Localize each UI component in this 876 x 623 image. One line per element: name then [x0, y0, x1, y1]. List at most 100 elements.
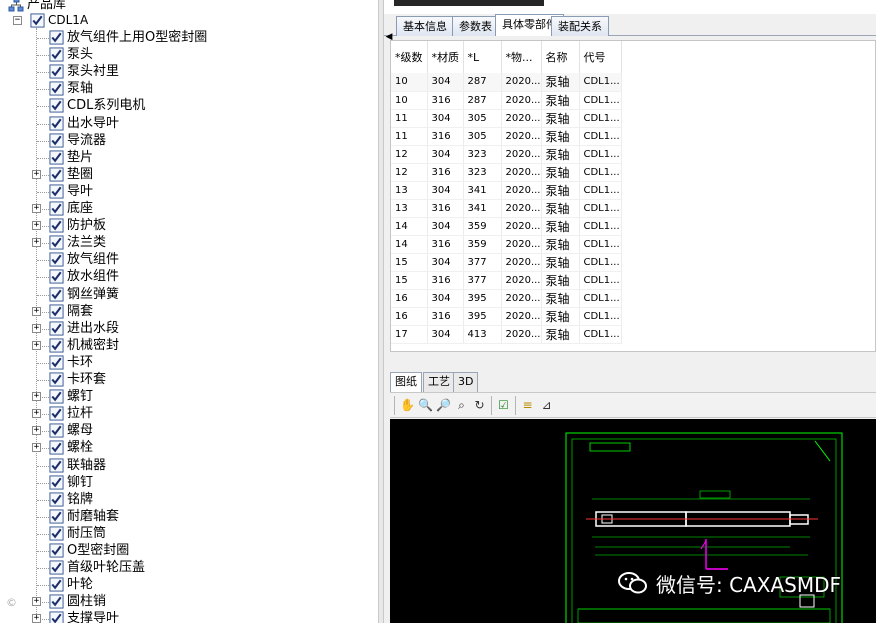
checked-box-icon[interactable] — [49, 304, 64, 319]
tree-item[interactable]: 导叶 — [49, 183, 93, 200]
tree-item[interactable]: 进出水段 — [49, 320, 119, 337]
table-row[interactable]: 10 304 287 2020... 泵轴 CDL1... — [391, 73, 622, 92]
tree-item[interactable]: 防护板 — [49, 217, 106, 234]
checked-box-icon[interactable] — [49, 321, 64, 336]
tree-expand-toggle[interactable]: + — [32, 597, 41, 606]
table-row[interactable]: 13 304 341 2020... 泵轴 CDL1... — [391, 181, 622, 200]
checked-box-icon[interactable] — [49, 201, 64, 216]
refresh-icon[interactable]: ↻ — [471, 397, 488, 414]
tree-expand-toggle[interactable]: + — [32, 341, 41, 350]
tree-item[interactable]: 铆钉 — [49, 474, 93, 491]
checked-box-icon[interactable] — [49, 133, 64, 148]
column-header[interactable]: 名称 — [541, 41, 580, 73]
tree-item[interactable]: 法兰类 — [49, 234, 106, 251]
checked-box-icon[interactable] — [49, 475, 64, 490]
table-row[interactable]: 15 316 377 2020... 泵轴 CDL1... — [391, 271, 622, 290]
checked-box-icon[interactable] — [49, 184, 64, 199]
checked-box-icon[interactable] — [49, 287, 64, 302]
tree-expand-toggle[interactable]: + — [32, 426, 41, 435]
tree-expand-toggle[interactable]: + — [32, 392, 41, 401]
tab-parameters[interactable]: 参数表 — [452, 16, 499, 36]
table-row[interactable]: 12 316 323 2020... 泵轴 CDL1... — [391, 163, 622, 182]
checked-box-icon[interactable] — [49, 218, 64, 233]
checked-box-icon[interactable] — [49, 30, 64, 45]
tree-collapse-toggle[interactable]: − — [13, 16, 22, 25]
tree-item[interactable]: 隔套 — [49, 303, 93, 320]
checked-box-icon[interactable] — [49, 98, 64, 113]
column-header[interactable]: *L — [463, 41, 502, 73]
tree-item[interactable]: 耐压筒 — [49, 525, 106, 542]
tree-item[interactable]: 垫片 — [49, 149, 93, 166]
tree-item[interactable]: O型密封圈 — [49, 542, 129, 559]
tree-item[interactable]: 拉杆 — [49, 405, 93, 422]
checked-box-icon[interactable] — [49, 492, 64, 507]
tab-assembly[interactable]: 装配关系 — [551, 16, 609, 36]
checked-box-icon[interactable] — [49, 611, 64, 623]
pan-icon[interactable]: ✋ — [399, 397, 416, 414]
zoom-out-icon[interactable]: 🔎 — [435, 397, 452, 414]
tree-expand-toggle[interactable]: + — [32, 204, 41, 213]
tree-item[interactable]: 铭牌 — [49, 491, 93, 508]
table-row[interactable]: 14 316 359 2020... 泵轴 CDL1... — [391, 235, 622, 254]
checked-box-icon[interactable] — [49, 526, 64, 541]
tree-item[interactable]: 泵轴 — [49, 80, 93, 97]
table-row[interactable]: 11 304 305 2020... 泵轴 CDL1... — [391, 109, 622, 128]
tree-expand-toggle[interactable]: + — [32, 409, 41, 418]
tree-item[interactable]: 螺母 — [49, 422, 93, 439]
checked-box-icon[interactable] — [49, 64, 64, 79]
checked-box-icon[interactable] — [49, 252, 64, 267]
zoom-window-icon[interactable]: ⌕ — [453, 397, 470, 414]
table-row[interactable]: 15 304 377 2020... 泵轴 CDL1... — [391, 253, 622, 272]
zoom-in-icon[interactable]: 🔍 — [417, 397, 434, 414]
table-row[interactable]: 12 304 323 2020... 泵轴 CDL1... — [391, 145, 622, 164]
checked-box-icon[interactable] — [49, 167, 64, 182]
tree-item[interactable]: CDL系列电机 — [49, 97, 145, 114]
tree-item[interactable]: 垫圈 — [49, 166, 93, 183]
tree-item[interactable]: 导流器 — [49, 132, 106, 149]
checked-box-icon[interactable] — [49, 406, 64, 421]
table-row[interactable]: 17 304 413 2020... 泵轴 CDL1... — [391, 325, 622, 344]
measure-icon[interactable]: ≡ — [519, 397, 536, 414]
tree-item[interactable]: 底座 — [49, 200, 93, 217]
tree-item[interactable]: 机械密封 — [49, 337, 119, 354]
table-row[interactable]: 16 316 395 2020... 泵轴 CDL1... — [391, 307, 622, 326]
tree-item[interactable]: 放水组件 — [49, 268, 119, 285]
column-header[interactable]: *物... — [501, 41, 542, 73]
tree-item[interactable]: 钢丝弹簧 — [49, 286, 119, 303]
checked-box-icon[interactable] — [49, 458, 64, 473]
tree-expand-toggle[interactable]: + — [32, 170, 41, 179]
tab-drawing[interactable]: 图纸 — [390, 372, 422, 392]
tree-expand-toggle[interactable]: + — [32, 221, 41, 230]
column-header[interactable]: 代号 — [579, 41, 622, 73]
annotate-icon[interactable]: ⊿ — [538, 397, 555, 414]
tree-item[interactable]: 联轴器 — [49, 457, 106, 474]
table-row[interactable]: 10 316 287 2020... 泵轴 CDL1... — [391, 91, 622, 110]
tree-item[interactable]: 叶轮 — [49, 576, 93, 593]
checked-box-icon[interactable] — [49, 116, 64, 131]
tree-item[interactable]: 螺栓 — [49, 439, 93, 456]
tree-expand-toggle[interactable]: + — [32, 614, 41, 623]
tab-process[interactable]: 工艺 — [423, 372, 455, 392]
tree-expand-toggle[interactable]: + — [32, 307, 41, 316]
tree-node-cdl1a[interactable]: CDL1A — [30, 12, 88, 29]
checked-box-icon[interactable] — [49, 389, 64, 404]
column-header[interactable]: *级数 — [391, 41, 428, 73]
tab-3d[interactable]: 3D — [453, 372, 479, 392]
table-row[interactable]: 14 304 359 2020... 泵轴 CDL1... — [391, 217, 622, 236]
checked-box-icon[interactable] — [49, 560, 64, 575]
tree-item[interactable]: 泵头 — [49, 46, 93, 63]
checked-box-icon[interactable] — [49, 81, 64, 96]
tree-item[interactable]: 卡环 — [49, 354, 93, 371]
checked-box-icon[interactable] — [49, 577, 64, 592]
checked-box-icon[interactable] — [49, 235, 64, 250]
checked-box-icon[interactable] — [49, 372, 64, 387]
checked-box-icon[interactable] — [49, 509, 64, 524]
tree-expand-toggle[interactable]: + — [32, 443, 41, 452]
checked-box-icon[interactable] — [49, 355, 64, 370]
tree-item[interactable]: 支撑导叶 — [49, 610, 119, 623]
tree-item[interactable]: 卡环套 — [49, 371, 106, 388]
tree-item[interactable]: 出水导叶 — [49, 115, 119, 132]
table-row[interactable]: 16 304 395 2020... 泵轴 CDL1... — [391, 289, 622, 308]
tree-item[interactable]: 放气组件上用O型密封圈 — [49, 29, 207, 46]
checked-box-icon[interactable] — [49, 440, 64, 455]
